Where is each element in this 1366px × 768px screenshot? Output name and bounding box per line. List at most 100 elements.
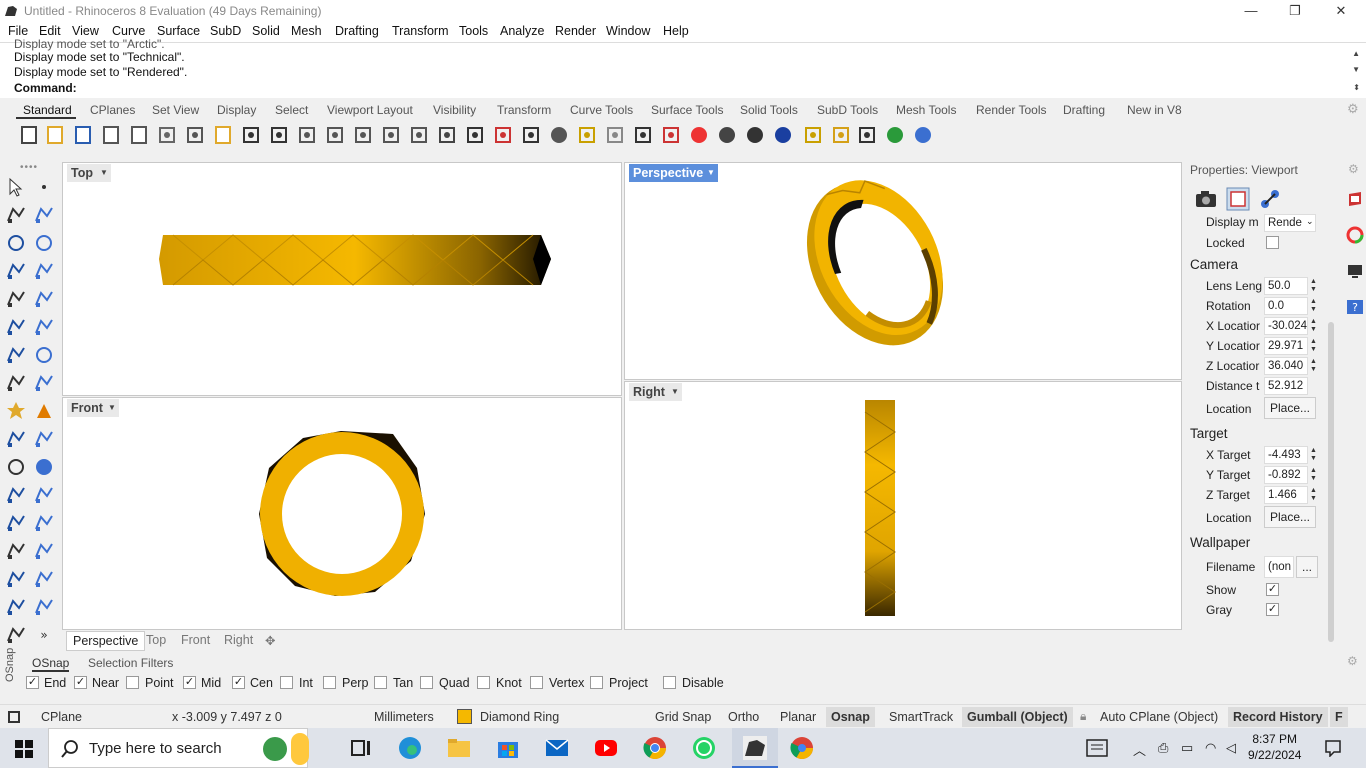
meet-now-icon[interactable]: ⎙: [1158, 740, 1168, 756]
spinner-icon[interactable]: ▲ ▼: [1310, 318, 1317, 334]
rotation-field[interactable]: 0.0: [1264, 297, 1308, 315]
gray-checkbox[interactable]: ✓: [1266, 603, 1279, 616]
surface-from-points-icon[interactable]: [5, 316, 27, 338]
tab-cplanes[interactable]: CPlanes: [90, 103, 135, 117]
tab-selection-filters[interactable]: Selection Filters: [88, 656, 173, 670]
osnap-point-checkbox[interactable]: [126, 676, 139, 689]
blend-icon[interactable]: [33, 484, 55, 506]
expand-icon[interactable]: [5, 624, 27, 646]
cplane-icon[interactable]: [8, 711, 20, 723]
grid-snap-toggle[interactable]: Grid Snap: [655, 710, 711, 724]
auto-cplane-toggle[interactable]: Auto CPlane (Object): [1100, 710, 1218, 724]
zoom-window-icon[interactable]: [352, 124, 374, 146]
osnap-near-checkbox[interactable]: ✓: [74, 676, 87, 689]
menu-subd[interactable]: SubD: [210, 24, 241, 38]
gear-icon[interactable]: [830, 124, 852, 146]
cylinder-icon[interactable]: [5, 372, 27, 394]
osnap-end-checkbox[interactable]: ✓: [26, 676, 39, 689]
taskbar-rhino-active[interactable]: [732, 728, 778, 768]
fillet-curve-icon[interactable]: [33, 288, 55, 310]
chevron-up-icon[interactable]: ︿: [1133, 740, 1146, 759]
windows-start-icon[interactable]: [15, 740, 33, 758]
spinner-icon[interactable]: ▲ ▼: [1310, 447, 1317, 463]
copy-icon[interactable]: [184, 124, 206, 146]
text-icon[interactable]: [5, 512, 27, 534]
scroll-up-icon[interactable]: ▲: [1352, 49, 1360, 58]
rotate-view-icon[interactable]: [296, 124, 318, 146]
gumball-toggle[interactable]: Gumball (Object): [962, 707, 1073, 727]
polyline-icon[interactable]: [5, 204, 27, 226]
properties-tab-icon[interactable]: [1346, 190, 1364, 208]
ortho-toggle[interactable]: Ortho: [728, 710, 759, 724]
sphere-icon[interactable]: [33, 344, 55, 366]
locked-checkbox[interactable]: [1266, 236, 1279, 249]
lock-icon[interactable]: [632, 124, 654, 146]
z-location-field[interactable]: 36.040: [1264, 357, 1308, 375]
viewport-tab-right[interactable]: Right: [224, 633, 253, 647]
planar-toggle[interactable]: Planar: [780, 710, 816, 724]
maximize-button[interactable]: ❐: [1272, 0, 1318, 22]
palette-grip-icon[interactable]: ••••: [20, 162, 38, 173]
browse-button[interactable]: ...: [1296, 556, 1318, 578]
grid-array-icon[interactable]: [5, 596, 27, 618]
youtube-icon[interactable]: [594, 736, 618, 760]
osnap-disable-checkbox[interactable]: [663, 676, 676, 689]
osnap-project-checkbox[interactable]: [590, 676, 603, 689]
wifi-icon[interactable]: ◠: [1205, 740, 1216, 756]
filename-field[interactable]: (non: [1264, 556, 1294, 578]
osnap-tan-checkbox[interactable]: [374, 676, 387, 689]
properties-scrollbar[interactable]: [1328, 322, 1334, 642]
menu-edit[interactable]: Edit: [39, 24, 61, 38]
cut-icon[interactable]: [156, 124, 178, 146]
menu-window[interactable]: Window: [606, 24, 650, 38]
tab-settings-gear-icon[interactable]: ⚙: [1347, 101, 1359, 117]
osnap-perp-checkbox[interactable]: [323, 676, 336, 689]
tab-display[interactable]: Display: [217, 103, 256, 117]
z-target-field[interactable]: 1.466: [1264, 486, 1308, 504]
polygon-icon[interactable]: [5, 260, 27, 282]
spinner-icon[interactable]: ▲ ▼: [1310, 467, 1317, 483]
tab-osnap[interactable]: OSnap: [32, 656, 70, 672]
more-icon[interactable]: »: [33, 624, 55, 646]
viewport-top[interactable]: Top ▼: [62, 162, 622, 396]
current-layer[interactable]: Diamond Ring: [480, 710, 559, 724]
color-wheel-icon[interactable]: [1346, 226, 1364, 244]
viewport-properties-icon[interactable]: [1226, 187, 1250, 211]
add-viewport-icon[interactable]: ✥: [265, 633, 275, 648]
x-target-field[interactable]: -4.493: [1264, 446, 1308, 464]
undo-icon[interactable]: [240, 124, 262, 146]
color-wheel-icon[interactable]: [688, 124, 710, 146]
lens-length-field[interactable]: 50.0: [1264, 277, 1308, 295]
print-icon[interactable]: [100, 124, 122, 146]
new-icon[interactable]: [18, 124, 40, 146]
boolean-union-icon[interactable]: [5, 456, 27, 478]
viewport-tab-front[interactable]: Front: [181, 633, 210, 647]
render-sphere-icon[interactable]: [772, 124, 794, 146]
chevron-down-icon[interactable]: ⌄: [1306, 216, 1314, 227]
link-objects-icon[interactable]: [1258, 187, 1282, 211]
surface-icon[interactable]: [33, 372, 55, 394]
rotate-icon[interactable]: [436, 124, 458, 146]
osnap-quad-checkbox[interactable]: [420, 676, 433, 689]
mail-icon[interactable]: [545, 736, 569, 760]
open-icon[interactable]: [44, 124, 66, 146]
menu-mesh[interactable]: Mesh: [291, 24, 322, 38]
tab-mesh-tools[interactable]: Mesh Tools: [896, 103, 956, 117]
osnap-toggle[interactable]: Osnap: [826, 707, 875, 727]
microsoft-store-icon[interactable]: [496, 736, 520, 760]
explode-icon[interactable]: [5, 400, 27, 422]
pointer-icon[interactable]: [802, 124, 824, 146]
material-icon[interactable]: [660, 124, 682, 146]
y-location-field[interactable]: 29.971: [1264, 337, 1308, 355]
tab-visibility[interactable]: Visibility: [433, 103, 476, 117]
point-icon[interactable]: [33, 176, 55, 198]
display-monitor-icon[interactable]: [1346, 262, 1364, 280]
menu-transform[interactable]: Transform: [392, 24, 449, 38]
x-location-field[interactable]: -30.024: [1264, 317, 1308, 335]
tab-select[interactable]: Select: [275, 103, 308, 117]
curve-icon[interactable]: [33, 204, 55, 226]
lock-icon[interactable]: 🔒︎: [1080, 709, 1086, 724]
light-bulb-icon[interactable]: [604, 124, 626, 146]
box-icon[interactable]: [5, 344, 27, 366]
spinner-icon[interactable]: ▲ ▼: [1310, 278, 1317, 294]
